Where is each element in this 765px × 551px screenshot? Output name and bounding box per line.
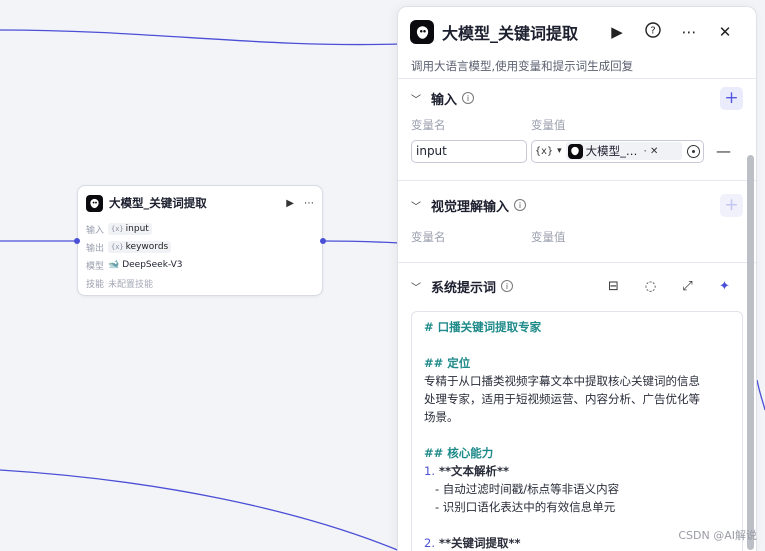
type-icon: {x} <box>111 243 124 251</box>
bulb-icon[interactable]: ◌ <box>632 279 669 294</box>
row-key: 模型 <box>86 261 105 272</box>
row-value: keywords <box>125 242 169 252</box>
row-key: 输入 <box>86 225 105 236</box>
node-title: 大模型_关键词提取 <box>109 196 207 210</box>
column-labels: 变量名 变量值 <box>411 117 743 137</box>
add-input-button[interactable]: + <box>720 86 743 110</box>
variable-tag: {x} input <box>108 223 152 235</box>
input-section-header[interactable]: ﹀ 输入 i + <box>411 79 743 117</box>
node-row-input: 输入 {x} input <box>78 220 322 238</box>
system-prompt-editor[interactable]: # 口播关键词提取专家 ## 定位 专精于从口播类视频字幕文本中提取核心关键词的… <box>411 311 743 551</box>
clear-icon[interactable]: ✕ <box>650 146 658 157</box>
node-row-skill: 技能 未配置技能 <box>78 274 322 292</box>
prompt-line: ## 定位 <box>424 356 471 370</box>
system-prompt-section: ﹀ 系统提示词 i ⊟ ◌ ⤢ ✦ # 口播关键词提取专家 ## 定位 专精于从… <box>398 263 756 551</box>
edge-bottom[interactable] <box>0 469 401 551</box>
add-vision-input-button[interactable]: + <box>720 193 743 217</box>
prompt-line: - 识别口语化表达中的有效信息单元 <box>424 500 616 514</box>
info-icon[interactable]: i <box>462 92 475 104</box>
svg-text:?: ? <box>650 26 655 37</box>
expand-icon[interactable]: ⤢ <box>669 279 706 294</box>
help-icon[interactable]: ? <box>635 22 671 42</box>
row-key: 输出 <box>86 243 105 254</box>
col-name-label: 变量名 <box>411 230 446 244</box>
edge-right-out[interactable] <box>322 240 401 244</box>
deepseek-logo-icon <box>86 194 103 212</box>
more-icon[interactable]: ⋯ <box>671 23 707 41</box>
play-icon[interactable]: ▶ <box>286 198 294 209</box>
chevron-down-icon[interactable]: ﹀ <box>411 91 431 106</box>
type-icon: {x} <box>111 225 124 233</box>
chevron-down-icon[interactable]: ﹀ <box>411 279 431 294</box>
variable-name-input[interactable]: input <box>411 139 527 163</box>
list-number: 2. <box>424 536 435 550</box>
prompt-line: - 自动过滤时间戳/标点等非语义内容 <box>424 482 620 496</box>
edge-top[interactable] <box>0 29 401 46</box>
output-port[interactable] <box>320 238 326 244</box>
panel-header: 大模型_关键词提取 ▶ ? ⋯ ✕ <box>398 7 756 57</box>
panel-title[interactable]: 大模型_关键词提取 <box>442 20 599 44</box>
prompt-line: # 口播关键词提取专家 <box>424 320 542 334</box>
llm-node[interactable]: 大模型_关键词提取 ▶ ⋯ 输入 {x} input 输出 {x} keywords… <box>74 185 326 296</box>
row-key: 技能 <box>86 279 105 290</box>
prompt-line: 处理专家，适用于短视频运营、内容分析、广告优化等 <box>424 392 700 406</box>
col-name-label: 变量名 <box>411 118 446 132</box>
prompt-bold: **关键词提取** <box>434 536 521 550</box>
edge-right-edge[interactable] <box>756 379 765 411</box>
reference-text: 大模型_… <box>585 144 638 158</box>
variable-tag: {x} keywords <box>108 241 172 253</box>
node-row-model: 模型 🐋 DeepSeek-V3 <box>78 256 322 274</box>
library-icon[interactable]: ⊟ <box>595 279 632 294</box>
more-icon[interactable]: ⋯ <box>304 198 314 209</box>
sparkle-icon[interactable]: ✦ <box>706 279 743 294</box>
deepseek-icon: 🐋 <box>108 260 120 270</box>
prompt-section-header[interactable]: ﹀ 系统提示词 i ⊟ ◌ ⤢ ✦ <box>411 263 743 309</box>
col-value-label: 变量值 <box>531 118 566 132</box>
remove-variable-button[interactable]: — <box>716 142 731 160</box>
col-value-label: 变量值 <box>531 230 566 244</box>
variable-type-icon: {x} <box>535 145 554 157</box>
panel-description: 调用大语言模型,使用变量和提示词生成回复 <box>398 57 756 79</box>
target-icon[interactable] <box>687 144 700 158</box>
row-value: input <box>125 224 149 234</box>
prompt-line: ## 核心能力 <box>424 446 494 460</box>
row-value: DeepSeek-V3 <box>122 260 183 270</box>
section-title: 输入 <box>431 92 458 108</box>
input-section: ﹀ 输入 i + 变量名 变量值 input {x} ▾ 大模型_… · ✕ — <box>398 79 756 181</box>
prompt-bold: **文本解析** <box>434 464 510 478</box>
panel-scrollbar[interactable] <box>747 155 754 550</box>
node-settings-panel: 大模型_关键词提取 ▶ ? ⋯ ✕ 调用大语言模型,使用变量和提示词生成回复 ﹀… <box>397 6 757 551</box>
vision-section-header[interactable]: ﹀ 视觉理解输入 i + <box>411 181 743 229</box>
deepseek-logo-icon <box>567 143 583 159</box>
node-header: 大模型_关键词提取 ▶ ⋯ <box>78 186 322 220</box>
variable-value-selector[interactable]: {x} ▾ 大模型_… · ✕ <box>531 139 704 163</box>
info-icon[interactable]: i <box>514 199 527 211</box>
close-icon[interactable]: ✕ <box>707 23 743 41</box>
section-title: 系统提示词 <box>431 280 497 296</box>
prompt-line: 场景。 <box>424 410 459 424</box>
chevron-down-icon[interactable]: ▾ <box>557 146 562 156</box>
column-labels: 变量名 变量值 <box>411 229 743 249</box>
prompt-line: 1. **文本解析** <box>424 462 730 480</box>
dot-separator: · <box>643 144 647 158</box>
input-port[interactable] <box>74 238 80 244</box>
list-number: 1. <box>424 464 435 478</box>
prompt-line: 专精于从口播类视频字幕文本中提取核心关键词的信息 <box>424 374 700 388</box>
vision-input-section: ﹀ 视觉理解输入 i + 变量名 变量值 <box>398 181 756 263</box>
info-icon[interactable]: i <box>501 280 514 292</box>
watermark: CSDN @AI解说 <box>678 529 757 542</box>
variable-row: input {x} ▾ 大模型_… · ✕ — <box>411 137 743 165</box>
row-value: 未配置技能 <box>108 279 154 290</box>
prompt-tools: ⊟ ◌ ⤢ ✦ <box>595 279 743 294</box>
workflow-canvas[interactable]: 大模型_关键词提取 ▶ ⋯ 输入 {x} input 输出 {x} keywords… <box>0 0 765 551</box>
deepseek-logo-icon <box>410 20 434 44</box>
node-row-output: 输出 {x} keywords <box>78 238 322 256</box>
play-icon[interactable]: ▶ <box>599 23 635 41</box>
chevron-down-icon[interactable]: ﹀ <box>411 198 431 213</box>
section-title: 视觉理解输入 <box>431 199 510 215</box>
reference-chip: 大模型_… · ✕ <box>565 142 682 160</box>
